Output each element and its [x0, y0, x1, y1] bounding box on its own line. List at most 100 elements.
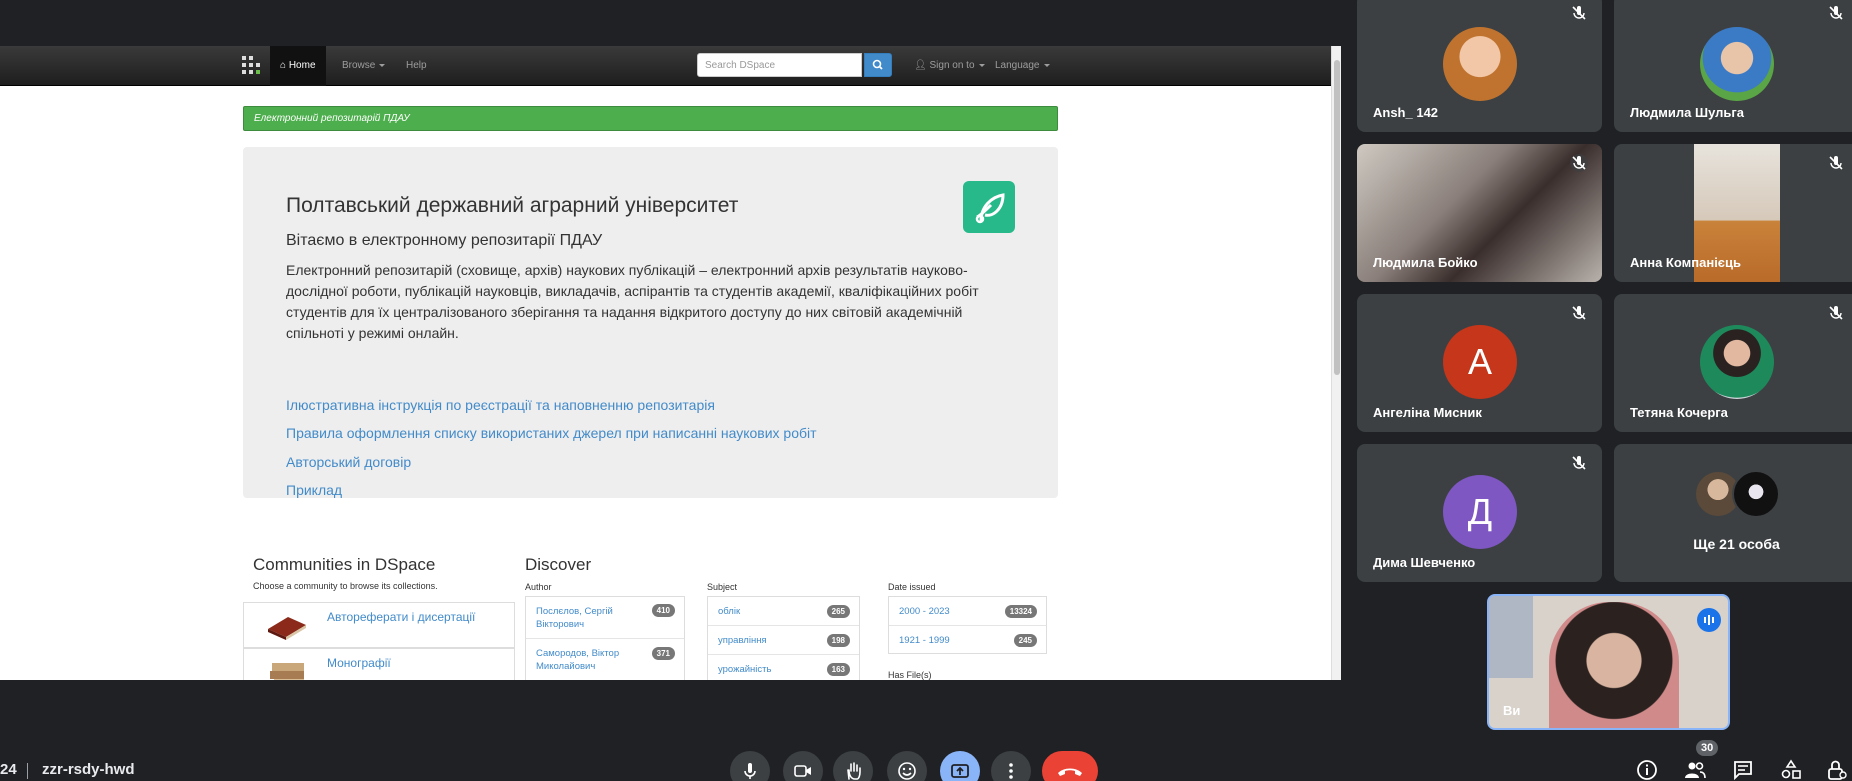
avatar	[1700, 27, 1774, 101]
avatar	[1700, 325, 1774, 399]
facet-row[interactable]: 1921 - 1999 245	[889, 626, 1046, 654]
facet-author: Послєлов, Сергій Вікторович 410 Самородо…	[525, 596, 685, 680]
more-participants-tile[interactable]: Ще 21 особа	[1614, 444, 1852, 582]
facet-row[interactable]: урожайність 163	[708, 655, 859, 680]
emoji-icon	[898, 762, 916, 780]
facet-date: 2000 - 2023 13324 1921 - 1999 245	[888, 596, 1047, 654]
nav-help[interactable]: Help	[406, 46, 427, 86]
self-view-background	[1489, 596, 1533, 678]
home-icon: ⌂	[280, 60, 287, 71]
facet-row[interactable]: Самородов, Віктор Миколайович 371	[526, 639, 684, 680]
nav-home[interactable]: ⌂ Home	[270, 46, 326, 86]
activities-icon[interactable]	[1780, 759, 1802, 781]
participant-tile[interactable]: Д Дима Шевченко	[1357, 444, 1602, 582]
nav-browse[interactable]: Browse	[342, 46, 386, 86]
language-menu[interactable]: Language	[995, 46, 1050, 86]
reactions-button[interactable]	[887, 751, 927, 781]
sign-on-menu[interactable]: 👤︎ Sign on to	[914, 46, 985, 86]
facet-subject-heading: Subject	[707, 582, 738, 592]
participant-video-tile[interactable]: Анна Компанієць	[1614, 144, 1852, 282]
facet-row[interactable]: Послєлов, Сергій Вікторович 410	[526, 597, 684, 639]
participant-name: Ansh_ 142	[1373, 105, 1439, 120]
caret-down-icon	[978, 63, 985, 67]
link-citation-rules[interactable]: Правила оформлення списку використаних д…	[286, 425, 817, 441]
people-icon[interactable]	[1684, 759, 1706, 781]
count-badge: 163	[826, 663, 850, 676]
count-badge: 371	[651, 647, 675, 660]
hand-icon	[847, 762, 861, 780]
link-instruction[interactable]: Ілюстративна інструкція по реєстрації та…	[286, 397, 715, 413]
link-example[interactable]: Приклад	[286, 482, 342, 498]
self-view-name: Ви	[1503, 703, 1521, 718]
mic-off-icon	[1570, 154, 1588, 172]
count-badge: 198	[826, 634, 850, 647]
community-item[interactable]: Автореферати і дисертації	[243, 602, 515, 648]
avatar	[1443, 27, 1517, 101]
host-controls-icon[interactable]	[1826, 759, 1848, 781]
raise-hand-button[interactable]	[833, 751, 873, 781]
user-icon: 👤︎	[914, 60, 927, 71]
shared-screen: ⌂ Home Browse Help 👤︎ Sign on to Languag…	[0, 46, 1341, 680]
end-call-button[interactable]	[1042, 751, 1098, 781]
community-label[interactable]: Монографії	[327, 656, 391, 670]
mic-button[interactable]	[730, 751, 770, 781]
mic-off-icon	[1829, 306, 1843, 320]
caret-down-icon	[1043, 63, 1050, 67]
chat-icon[interactable]	[1732, 759, 1754, 781]
mic-off-icon	[1572, 456, 1586, 470]
dspace-navbar: ⌂ Home Browse Help 👤︎ Sign on to Languag…	[0, 46, 1331, 86]
participant-tile[interactable]: А Ангеліна Мисник	[1357, 294, 1602, 432]
monographs-thumbnail	[264, 657, 309, 680]
intro-text: Електронний репозитарій (сховище, архів)…	[286, 262, 979, 341]
self-view-tile[interactable]: Ви	[1487, 594, 1730, 730]
meet-window: ⌂ Home Browse Help 👤︎ Sign on to Languag…	[0, 0, 1852, 781]
present-button[interactable]	[940, 751, 980, 781]
search-icon	[872, 59, 883, 70]
facet-row[interactable]: управління 198	[708, 626, 859, 655]
facet-date-heading: Date issued	[888, 582, 936, 592]
scrollbar[interactable]	[1331, 46, 1341, 680]
scroll-thumb[interactable]	[1334, 60, 1340, 375]
count-badge: 265	[826, 605, 850, 618]
participant-name: Людмила Шульга	[1630, 105, 1745, 120]
mic-off-icon	[1829, 156, 1843, 170]
page-title: Полтавський державний аграрний університ…	[286, 194, 739, 217]
community-item[interactable]: Монографії	[243, 648, 515, 680]
hang-up-icon	[1058, 768, 1082, 776]
communities-heading: Communities in DSpace	[253, 555, 436, 574]
more-vert-icon	[1009, 763, 1013, 779]
present-screen-icon	[951, 764, 969, 778]
participant-tile[interactable]: Тетяна Кочерга	[1614, 294, 1852, 432]
page-subtitle: Вітаємо в електронному репозитарії ПДАУ	[286, 232, 603, 249]
dspace-logo-icon[interactable]	[242, 56, 260, 74]
count-badge: 245	[1013, 634, 1037, 647]
speaking-indicator-icon	[1697, 608, 1721, 632]
camera-icon	[794, 765, 811, 777]
facet-row[interactable]: облік 265	[708, 597, 859, 626]
repository-banner: Електронний репозитарій ПДАУ	[243, 106, 1058, 131]
info-icon[interactable]	[1636, 759, 1658, 781]
facet-author-heading: Author	[525, 582, 552, 592]
camera-button[interactable]	[783, 751, 823, 781]
discover-heading: Discover	[525, 555, 592, 574]
participant-name: Людмила Бойко	[1373, 255, 1478, 270]
self-view-video	[1549, 602, 1679, 728]
welcome-jumbotron: Полтавський державний аграрний університ…	[243, 147, 1058, 498]
mic-off-icon	[1572, 6, 1586, 20]
participant-tile[interactable]: Ansh_ 142	[1357, 0, 1602, 132]
mic-off-icon	[1829, 6, 1843, 20]
mic-icon	[744, 763, 756, 779]
participant-tile[interactable]: Людмила Шульга	[1614, 0, 1852, 132]
search-button[interactable]	[864, 53, 892, 77]
facet-row[interactable]: 2000 - 2023 13324	[889, 597, 1046, 626]
search-input[interactable]	[697, 53, 862, 77]
participant-video-tile[interactable]: Людмила Бойко	[1357, 144, 1602, 282]
more-options-button[interactable]	[991, 751, 1031, 781]
divider	[27, 763, 28, 779]
community-label[interactable]: Автореферати і дисертації	[327, 610, 475, 624]
participant-name: Анна Компанієць	[1630, 255, 1741, 270]
link-author-agreement[interactable]: Авторський договір	[286, 454, 411, 470]
mic-off-icon	[1572, 306, 1586, 320]
avatar	[1732, 470, 1780, 518]
participant-name: Дима Шевченко	[1373, 555, 1476, 570]
